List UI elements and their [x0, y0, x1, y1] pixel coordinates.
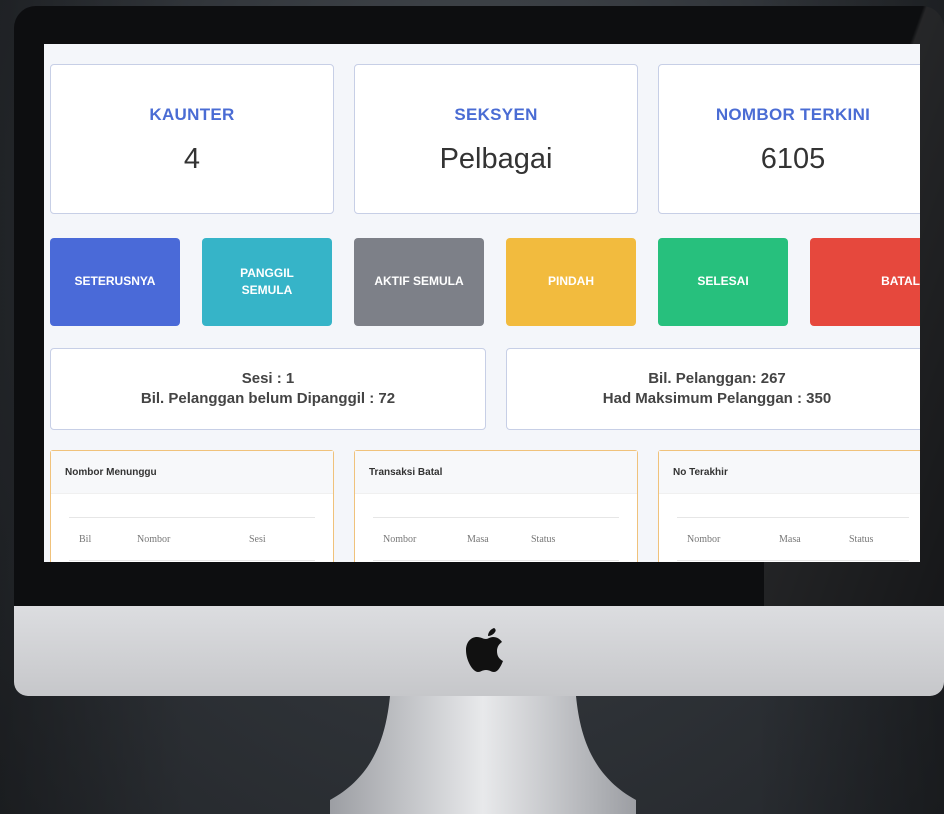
column-header[interactable]: Status — [849, 534, 873, 545]
table-header: Nombor Masa Status — [677, 517, 909, 561]
button-label: PANGGIL SEMULA — [240, 265, 294, 297]
apple-logo-icon — [466, 628, 503, 672]
seterusnya-button[interactable]: SETERUSNYA — [50, 238, 180, 326]
column-header[interactable]: Nombor — [687, 534, 779, 545]
sesi-text: Sesi : 1 — [241, 369, 295, 387]
stat-label: SEKSYEN — [454, 105, 538, 124]
panel-nombor-menunggu: Nombor Menunggu Bil Nombor Sesi — [50, 450, 334, 562]
column-header[interactable]: Nombor — [383, 534, 467, 545]
stat-value: Pelbagai — [439, 143, 553, 175]
selesai-button[interactable]: SELESAI — [658, 238, 788, 326]
stat-card-kaunter: KAUNTER 4 — [50, 64, 334, 214]
bil-pelanggan-text: Bil. Pelanggan: 267 — [648, 369, 786, 387]
customer-info-box: Bil. Pelanggan: 267 Had Maksimum Pelangg… — [506, 348, 920, 430]
column-header[interactable]: Masa — [779, 534, 849, 545]
stat-value: 4 — [183, 143, 201, 175]
had-maksimum-text: Had Maksimum Pelanggan : 350 — [602, 390, 832, 407]
stat-label: KAUNTER — [149, 105, 235, 124]
panel-title: No Terakhir — [659, 451, 920, 494]
panggil-semula-button[interactable]: PANGGIL SEMULA — [202, 238, 332, 326]
panel-title: Transaksi Batal — [355, 451, 637, 494]
table-header: Bil Nombor Sesi — [69, 517, 315, 561]
stat-value: 6105 — [760, 143, 826, 175]
panel-transaksi-batal: Transaksi Batal Nombor Masa Status — [354, 450, 638, 562]
panel-no-terakhir: No Terakhir Nombor Masa Status — [658, 450, 920, 562]
stat-card-seksyen: SEKSYEN Pelbagai — [354, 64, 638, 214]
column-header[interactable]: Masa — [467, 534, 531, 545]
stat-card-nombor-terkini: NOMBOR TERKINI 6105 — [658, 64, 920, 214]
column-header[interactable]: Sesi — [249, 534, 266, 545]
column-header[interactable]: Status — [531, 534, 555, 545]
pindah-button[interactable]: PINDAH — [506, 238, 636, 326]
column-header[interactable]: Nombor — [137, 534, 249, 545]
session-info-box: Sesi : 1 Bil. Pelanggan belum Dipanggil … — [50, 348, 486, 430]
stat-label: NOMBOR TERKINI — [715, 105, 871, 124]
batal-button[interactable]: BATAL — [810, 238, 920, 326]
aktif-semula-button[interactable]: AKTIF SEMULA — [354, 238, 484, 326]
app-screen: KAUNTER 4 SEKSYEN Pelbagai NOMBOR TERKIN… — [44, 44, 920, 562]
panel-title: Nombor Menunggu — [51, 451, 333, 494]
monitor-frame: KAUNTER 4 SEKSYEN Pelbagai NOMBOR TERKIN… — [14, 6, 944, 814]
table-header: Nombor Masa Status — [373, 517, 619, 561]
monitor-stand — [330, 696, 636, 814]
column-header[interactable]: Bil — [79, 534, 137, 545]
belum-dipanggil-text: Bil. Pelanggan belum Dipanggil : 72 — [140, 390, 396, 407]
